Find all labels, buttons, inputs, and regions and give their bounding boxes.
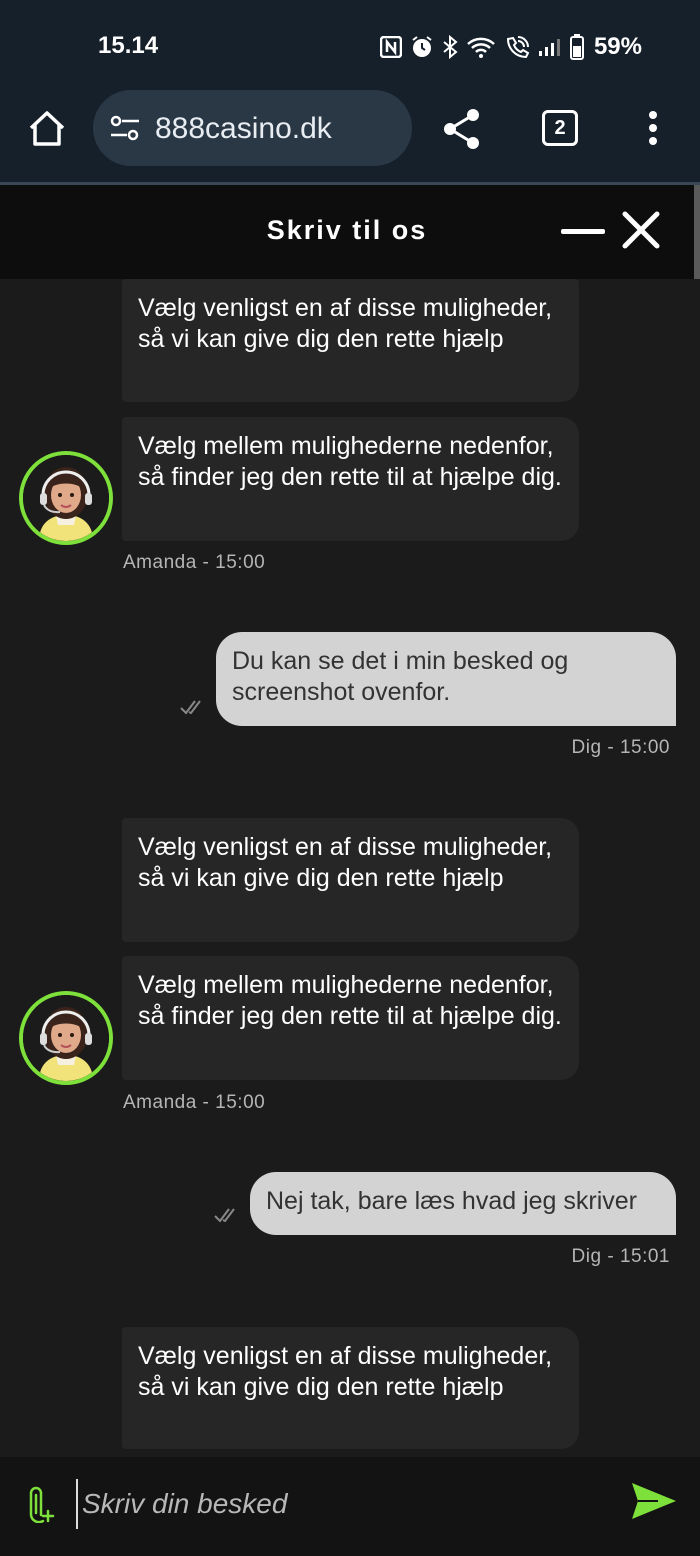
send-icon[interactable]	[630, 1481, 678, 1521]
user-message: Nej tak, bare læs hvad jeg skriver	[250, 1172, 676, 1235]
tab-switcher-button[interactable]: 2	[542, 110, 578, 146]
close-icon[interactable]	[622, 211, 660, 249]
user-message: Du kan se det i min besked og screenshot…	[216, 632, 676, 726]
bot-message: Vælg venligst en af disse muligheder, så…	[122, 818, 579, 942]
message-meta: Dig - 15:00	[571, 737, 670, 758]
bot-message: Vælg venligst en af disse muligheder, så…	[122, 1327, 579, 1449]
message-composer	[0, 1457, 700, 1556]
home-icon[interactable]	[26, 108, 68, 150]
nfc-icon	[379, 36, 402, 58]
bot-message: Vælg mellem mulighederne nedenfor, så fi…	[122, 417, 579, 541]
battery-percentage: 59%	[593, 33, 642, 60]
status-bar: 15.14 59%	[0, 0, 700, 90]
message-meta: Amanda - 15:00	[123, 552, 266, 573]
bot-message: Vælg mellem mulighederne nedenfor, så fi…	[122, 956, 579, 1080]
double-check-icon	[214, 1208, 235, 1223]
agent-avatar-image	[23, 455, 109, 541]
signal-icon	[538, 39, 560, 56]
share-icon[interactable]	[442, 108, 482, 150]
address-bar[interactable]: 888casino.dk	[93, 90, 412, 166]
scrollbar[interactable]	[694, 185, 700, 279]
more-vert-icon[interactable]	[648, 110, 658, 146]
agent-avatar	[19, 451, 113, 545]
url-text: 888casino.dk	[155, 112, 332, 145]
wifi-icon	[467, 37, 495, 58]
browser-toolbar: 888casino.dk 2	[0, 90, 700, 182]
status-icons: 59%	[379, 32, 642, 62]
bot-message: Vælg venligst en af disse muligheder, så…	[122, 279, 579, 402]
chat-header: Skriv til os	[0, 185, 700, 279]
minimize-icon[interactable]	[561, 229, 605, 234]
battery-icon	[569, 34, 584, 60]
chat-messages[interactable]: Vælg venligst en af disse muligheder, så…	[0, 279, 700, 1457]
bluetooth-icon	[443, 35, 458, 59]
attach-icon[interactable]	[27, 1485, 55, 1523]
agent-avatar-image	[23, 995, 109, 1081]
message-meta: Amanda - 15:00	[123, 1092, 266, 1113]
status-time: 15.14	[98, 32, 159, 59]
double-check-icon	[180, 700, 201, 715]
agent-avatar	[19, 991, 113, 1085]
alarm-icon	[412, 36, 432, 57]
message-input[interactable]	[76, 1479, 596, 1529]
tune-icon[interactable]	[109, 115, 141, 141]
message-meta: Dig - 15:01	[571, 1246, 670, 1267]
wifi-call-icon	[506, 36, 530, 59]
